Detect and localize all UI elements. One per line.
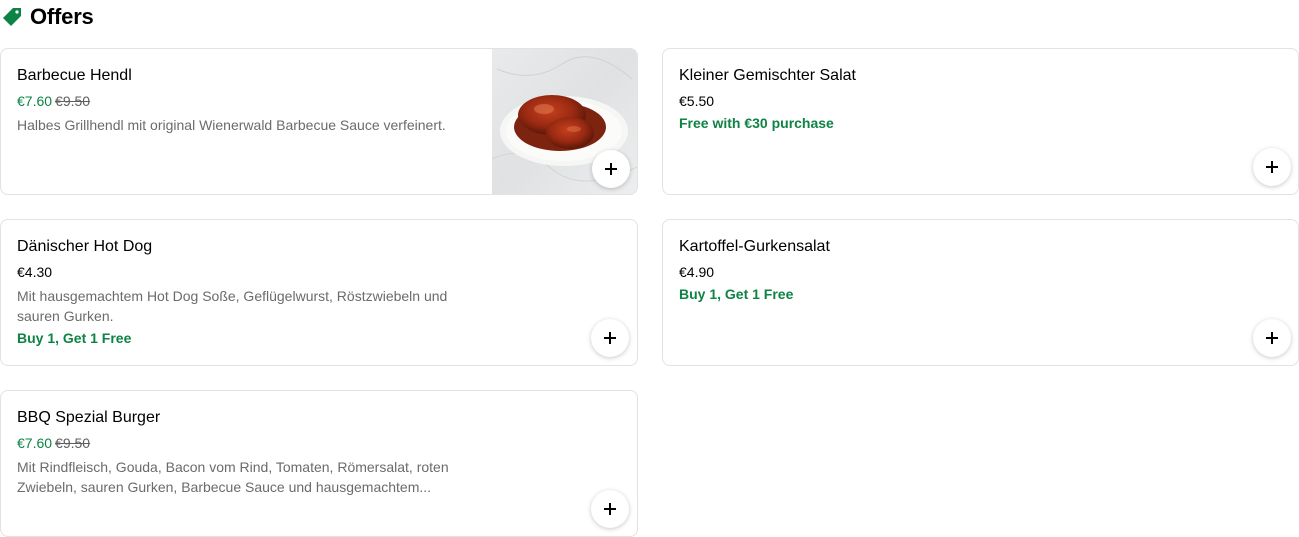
offer-price: €7.60	[17, 435, 53, 451]
offer-original-price: €9.50	[55, 435, 91, 451]
offer-description: Mit hausgemachtem Hot Dog Soße, Geflügel…	[17, 288, 448, 324]
add-button[interactable]	[1253, 148, 1291, 186]
plus-icon	[604, 332, 616, 344]
offer-promo: Free with €30 purchase	[679, 115, 834, 131]
add-button[interactable]	[591, 490, 629, 528]
offer-price: €5.50	[679, 93, 715, 109]
plus-icon	[1266, 332, 1278, 344]
offer-original-price: €9.50	[55, 93, 91, 109]
offer-name: Dänischer Hot Dog	[17, 238, 153, 255]
offer-card-barbecue-hendl[interactable]: Barbecue Hendl €7.60 €9.50 Halbes Grillhe…	[0, 48, 638, 195]
offer-card-kleiner-gemischter-salat[interactable]: Kleiner Gemischter Salat €5.50 Free with…	[662, 48, 1299, 195]
price-row: €4.30	[17, 262, 621, 282]
offer-name: Kleiner Gemischter Salat	[679, 67, 856, 84]
plus-icon	[1266, 161, 1278, 173]
price-row: €7.60 €9.50	[17, 433, 621, 453]
add-button[interactable]	[592, 150, 630, 188]
section-header: Offers	[0, 0, 94, 34]
plus-icon	[605, 163, 617, 175]
offer-card-bbq-spezial-burger[interactable]: BBQ Spezial Burger €7.60 €9.50 Mit Rindfl…	[0, 390, 638, 537]
offer-description: Halbes Grillhendl mit original Wienerwal…	[17, 117, 446, 133]
offer-price: €7.60	[17, 93, 53, 109]
tag-icon	[0, 5, 24, 29]
offer-price: €4.90	[679, 264, 715, 280]
offer-card-kartoffel-gurkensalat[interactable]: Kartoffel-Gurkensalat €4.90 Buy 1, Get 1…	[662, 219, 1299, 366]
price-row: €5.50	[679, 91, 1282, 111]
price-row: €4.90	[679, 262, 1282, 282]
plus-icon	[604, 503, 616, 515]
offer-promo: Buy 1, Get 1 Free	[17, 330, 132, 346]
offer-card-daenischer-hot-dog[interactable]: Dänischer Hot Dog €4.30 Mit hausgemachte…	[0, 219, 638, 366]
offer-promo: Buy 1, Get 1 Free	[679, 286, 794, 302]
offer-name: Kartoffel-Gurkensalat	[679, 238, 830, 255]
offer-price: €4.30	[17, 264, 53, 280]
add-button[interactable]	[591, 319, 629, 357]
offer-name: BBQ Spezial Burger	[17, 409, 161, 426]
add-button[interactable]	[1253, 319, 1291, 357]
section-title: Offers	[30, 4, 94, 29]
offer-description: Mit Rindfleisch, Gouda, Bacon vom Rind, …	[17, 459, 449, 495]
